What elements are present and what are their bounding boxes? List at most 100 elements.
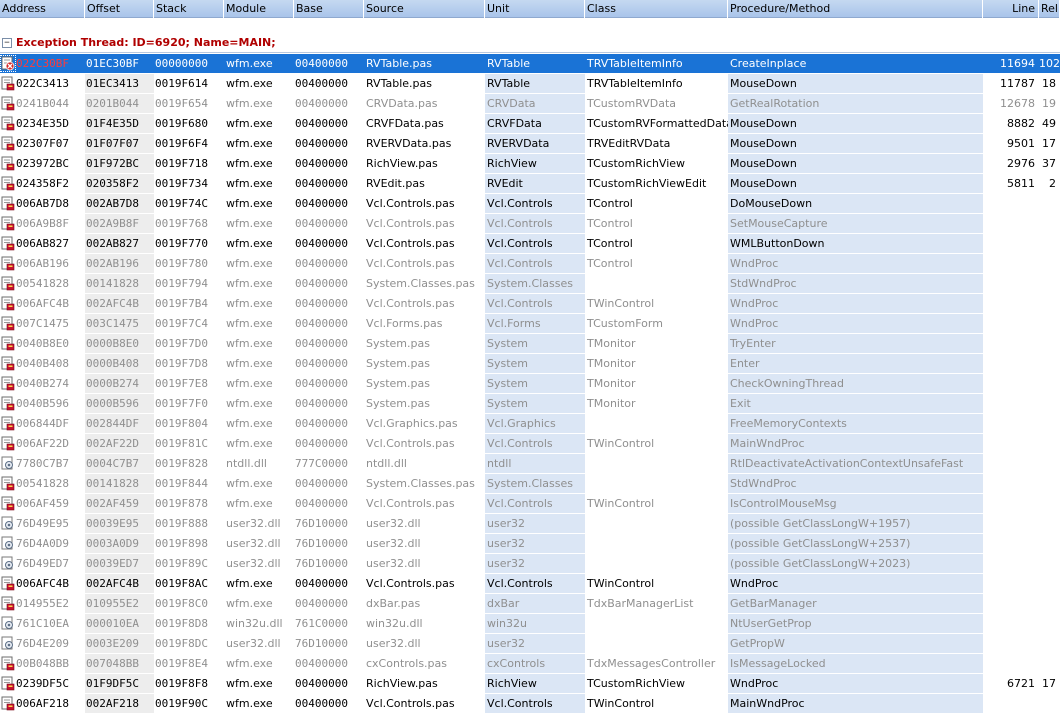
base-cell: 00400000	[294, 314, 364, 334]
stack-cell: 0019F794	[154, 274, 224, 294]
stack-frame-row[interactable]: 006A9B8F 002A9B8F 0019F768 wfm.exe 00400000 V…	[0, 214, 1060, 234]
column-header-source[interactable]: Source	[364, 0, 485, 18]
unit-cell: Vcl.Controls	[485, 694, 585, 714]
stack-frame-row[interactable]: 006844DF 002844DF 0019F804 wfm.exe 00400000 V…	[0, 414, 1060, 434]
source-cell: System.Classes.pas	[364, 474, 485, 494]
column-header-offset[interactable]: Offset	[85, 0, 154, 18]
column-header-stack[interactable]: Stack	[154, 0, 224, 18]
stack-frame-row[interactable]: 007C1475 003C1475 0019F7C4 wfm.exe 00400000 V…	[0, 314, 1060, 334]
stack-frame-row[interactable]: 76D4E209 0003E209 0019F8DC user32.dll 76D100…	[0, 634, 1060, 654]
module-cell: wfm.exe	[224, 114, 294, 134]
module-cell: wfm.exe	[224, 74, 294, 94]
offset-cell: 01EC30BF	[85, 54, 154, 74]
call-stack-grid[interactable]: Address Offset Stack Module Base Source Unit Cl…	[0, 0, 1060, 718]
class-cell: TCustomRVData	[585, 94, 728, 114]
procedure-cell: (possible GetClassLongW+1957)	[728, 514, 983, 534]
line-cell	[983, 574, 1039, 594]
column-header-line[interactable]: Line	[983, 0, 1039, 18]
line-cell	[983, 614, 1039, 634]
stack-frame-row[interactable]: 0234E35D 01F4E35D 0019F680 wfm.exe 00400000 C…	[0, 114, 1060, 134]
offset-cell: 0000B596	[85, 394, 154, 414]
stack-frame-row-selected[interactable]: 022C30BF 01EC30BF 00000000 wfm.exe 00400000 R…	[0, 54, 1060, 74]
stack-frame-row[interactable]: 7780C7B7 0004C7B7 0019F828 ntdll.dll 777C000…	[0, 454, 1060, 474]
base-cell: 00400000	[294, 374, 364, 394]
column-header-rel-line[interactable]: Rel. line	[1039, 0, 1060, 18]
stack-frame-row[interactable]: 0040B408 0000B408 0019F7D8 wfm.exe 00400000 S…	[0, 354, 1060, 374]
source-cell: CRVFData.pas	[364, 114, 485, 134]
class-cell: TWinControl	[585, 294, 728, 314]
stack-frame-row[interactable]: 76D49E95 00039E95 0019F888 user32.dll 76D100…	[0, 514, 1060, 534]
unit-cell: win32u	[485, 614, 585, 634]
line-cell	[983, 214, 1039, 234]
column-header-base[interactable]: Base	[294, 0, 364, 18]
stack-frame-row[interactable]: 023972BC 01F972BC 0019F718 wfm.exe 00400000 R…	[0, 154, 1060, 174]
stack-cell: 0019F828	[154, 454, 224, 474]
code-frame-icon	[1, 236, 15, 251]
stack-frame-row[interactable]: 0241B044 0201B044 0019F654 wfm.exe 00400000 C…	[0, 94, 1060, 114]
procedure-cell: GetRealRotation	[728, 94, 983, 114]
stack-frame-row[interactable]: 006AF22D 002AF22D 0019F81C wfm.exe 00400000 V…	[0, 434, 1060, 454]
class-cell: TRVTableItemInfo	[585, 74, 728, 94]
base-cell: 76D10000	[294, 534, 364, 554]
stack-cell: 0019F7E8	[154, 374, 224, 394]
stack-frame-row[interactable]: 76D49ED7 00039ED7 0019F89C user32.dll 76D100…	[0, 554, 1060, 574]
line-cell	[983, 554, 1039, 574]
line-cell: 6721	[983, 674, 1039, 694]
code-frame-icon	[1, 436, 15, 451]
stack-frame-row[interactable]: 0239DF5C 01F9DF5C 0019F8F8 wfm.exe 00400000 R…	[0, 674, 1060, 694]
stack-cell: 0019F734	[154, 174, 224, 194]
dll-frame-icon	[1, 516, 15, 531]
column-header-address[interactable]: Address	[0, 0, 85, 18]
stack-frame-row[interactable]: 00541828 00141828 0019F794 wfm.exe 00400000 S…	[0, 274, 1060, 294]
source-cell: System.pas	[364, 374, 485, 394]
stack-frame-row[interactable]: 006AB196 002AB196 0019F780 wfm.exe 00400000 V…	[0, 254, 1060, 274]
procedure-cell: FreeMemoryContexts	[728, 414, 983, 434]
stack-frame-row[interactable]: 006AF218 002AF218 0019F90C wfm.exe 00400000 V…	[0, 694, 1060, 714]
class-cell: TdxMessagesController	[585, 654, 728, 674]
stack-frame-row[interactable]: 00B048BB 007048BB 0019F8E4 wfm.exe 00400000 c…	[0, 654, 1060, 674]
stack-frame-row[interactable]: 0040B8E0 0000B8E0 0019F7D0 wfm.exe 00400000 S…	[0, 334, 1060, 354]
stack-cell: 0019F770	[154, 234, 224, 254]
stack-frame-row[interactable]: 006AB7D8 002AB7D8 0019F74C wfm.exe 00400000 V…	[0, 194, 1060, 214]
procedure-cell: WndProc	[728, 574, 983, 594]
column-header-module[interactable]: Module	[224, 0, 294, 18]
column-header-procedure[interactable]: Procedure/Method	[728, 0, 983, 18]
stack-frame-row[interactable]: 006AB827 002AB827 0019F770 wfm.exe 00400000 V…	[0, 234, 1060, 254]
offset-cell: 010955E2	[85, 594, 154, 614]
thread-group-row[interactable]: − Exception Thread: ID=6920; Name=MAIN;	[0, 33, 1060, 53]
stack-frame-row[interactable]: 00541828 00141828 0019F844 wfm.exe 00400000 S…	[0, 474, 1060, 494]
base-cell: 00400000	[294, 154, 364, 174]
offset-cell: 01F07F07	[85, 134, 154, 154]
line-cell: 5811	[983, 174, 1039, 194]
unit-cell: System	[485, 374, 585, 394]
rel-line-cell	[1039, 634, 1060, 654]
module-cell: wfm.exe	[224, 214, 294, 234]
stack-frame-row[interactable]: 014955E2 010955E2 0019F8C0 wfm.exe 00400000 d…	[0, 594, 1060, 614]
stack-frame-row[interactable]: 024358F2 020358F2 0019F734 wfm.exe 00400000 R…	[0, 174, 1060, 194]
class-cell: TControl	[585, 214, 728, 234]
source-cell: Vcl.Controls.pas	[364, 254, 485, 274]
source-cell: Vcl.Controls.pas	[364, 194, 485, 214]
stack-frame-row[interactable]: 0040B596 0000B596 0019F7F0 wfm.exe 00400000 S…	[0, 394, 1060, 414]
procedure-cell: MouseDown	[728, 174, 983, 194]
stack-frame-row[interactable]: 022C3413 01EC3413 0019F614 wfm.exe 00400000 R…	[0, 74, 1060, 94]
class-cell	[585, 554, 728, 574]
collapse-toggle[interactable]: −	[2, 38, 12, 48]
stack-frame-row[interactable]: 76D4A0D9 0003A0D9 0019F898 user32.dll 76D100…	[0, 534, 1060, 554]
column-header-class[interactable]: Class	[585, 0, 728, 18]
stack-frame-row[interactable]: 02307F07 01F07F07 0019F6F4 wfm.exe 00400000 R…	[0, 134, 1060, 154]
procedure-cell: StdWndProc	[728, 474, 983, 494]
stack-frame-row[interactable]: 0040B274 0000B274 0019F7E8 wfm.exe 00400000 S…	[0, 374, 1060, 394]
code-frame-icon	[1, 116, 15, 131]
base-cell: 00400000	[294, 694, 364, 714]
stack-frame-row[interactable]: 006AF459 002AF459 0019F878 wfm.exe 00400000 V…	[0, 494, 1060, 514]
source-cell: user32.dll	[364, 534, 485, 554]
offset-cell: 00141828	[85, 474, 154, 494]
stack-frame-row[interactable]: 006AFC4B 002AFC4B 0019F7B4 wfm.exe 00400000 V…	[0, 294, 1060, 314]
base-cell: 00400000	[294, 654, 364, 674]
stack-frame-row[interactable]: 761C10EA 000010EA 0019F8D8 win32u.dll 761C00…	[0, 614, 1060, 634]
source-cell: win32u.dll	[364, 614, 485, 634]
column-header-unit[interactable]: Unit	[485, 0, 585, 18]
procedure-cell: SetMouseCapture	[728, 214, 983, 234]
stack-frame-row[interactable]: 006AFC4B 002AFC4B 0019F8AC wfm.exe 00400000 V…	[0, 574, 1060, 594]
